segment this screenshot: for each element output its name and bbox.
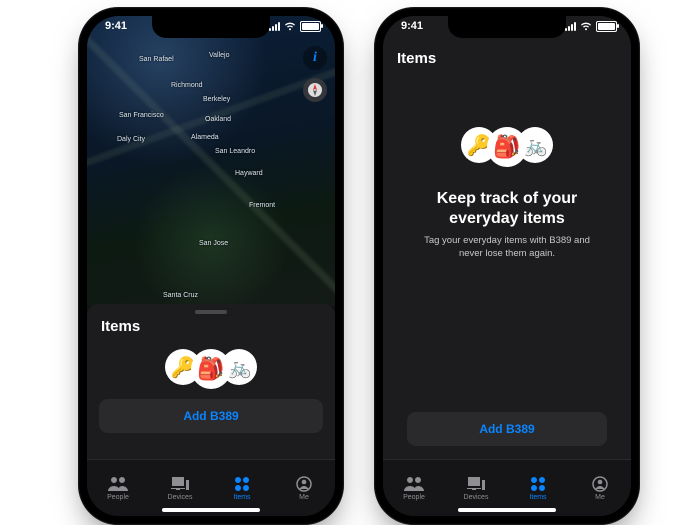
tab-people[interactable]: People <box>87 460 149 516</box>
info-icon: i <box>313 50 317 66</box>
compass-icon <box>307 82 323 98</box>
tab-label: Items <box>529 494 546 501</box>
map-city-label: Hayward <box>235 170 263 177</box>
onboarding-subtitle: Tag your everyday items with B389 and ne… <box>417 235 597 261</box>
home-indicator[interactable] <box>162 508 260 512</box>
map-city-label: Oakland <box>205 116 231 123</box>
map-compass-button[interactable] <box>303 78 327 102</box>
people-icon <box>108 476 128 492</box>
map-city-label: Berkeley <box>203 96 230 103</box>
cellular-icon <box>565 22 576 31</box>
tab-me[interactable]: Me <box>569 460 631 516</box>
notch <box>152 16 270 38</box>
items-onboarding: Items 🔑 🎒 🚲 Keep track of your everyday … <box>383 16 631 516</box>
items-icon <box>234 476 250 492</box>
devices-icon <box>171 476 189 492</box>
tab-label: Devices <box>464 494 489 501</box>
screen: 9:41 i San Rafael Vallejo RichmondBerkeley… <box>87 16 335 516</box>
iphone-right: 9:41 Items 🔑 🎒 🚲 Keep track of your ever… <box>374 7 640 525</box>
map-city-label: San Leandro <box>215 148 255 155</box>
tab-label: Me <box>299 494 309 501</box>
notch <box>448 16 566 38</box>
tab-label: Devices <box>168 494 193 501</box>
wifi-icon <box>284 22 296 31</box>
map-city-label: San Rafael <box>139 56 174 63</box>
map-city-label: Alameda <box>191 134 219 141</box>
home-indicator[interactable] <box>458 508 556 512</box>
items-icon <box>530 476 546 492</box>
backpack-icon: 🎒 <box>487 127 527 167</box>
item-icon-row: 🔑 🎒 🚲 <box>466 127 548 167</box>
sheet-grabber[interactable] <box>195 310 227 314</box>
battery-icon <box>596 21 617 32</box>
tab-people[interactable]: People <box>383 460 445 516</box>
onboarding-heading: Keep track of your everyday items <box>407 189 607 229</box>
add-item-button[interactable]: Add B389 <box>407 412 607 446</box>
status-time: 9:41 <box>401 20 423 32</box>
map-city-label: San Jose <box>199 240 228 247</box>
map-info-button[interactable]: i <box>303 46 327 70</box>
me-icon <box>592 476 608 492</box>
items-sheet[interactable]: Items 🔑 🎒 🚲 Add B389 <box>87 304 335 460</box>
devices-icon <box>467 476 485 492</box>
me-icon <box>296 476 312 492</box>
wifi-icon <box>580 22 592 31</box>
tab-label: People <box>403 494 425 501</box>
screen: 9:41 Items 🔑 🎒 🚲 Keep track of your ever… <box>383 16 631 516</box>
map-view[interactable]: i San Rafael Vallejo RichmondBerkeley San F… <box>87 16 335 306</box>
add-item-button[interactable]: Add B389 <box>99 399 323 433</box>
sheet-title: Items <box>87 318 335 339</box>
status-time: 9:41 <box>105 20 127 32</box>
people-icon <box>404 476 424 492</box>
battery-icon <box>300 21 321 32</box>
tab-me[interactable]: Me <box>273 460 335 516</box>
tab-label: Me <box>595 494 605 501</box>
map-city-label: San Francisco <box>119 112 164 119</box>
map-city-label: Richmond <box>171 82 203 89</box>
tab-label: Items <box>233 494 250 501</box>
tab-label: People <box>107 494 129 501</box>
item-icon-row: 🔑 🎒 🚲 <box>170 349 252 389</box>
iphone-left: 9:41 i San Rafael Vallejo RichmondBerkeley… <box>78 7 344 525</box>
backpack-icon: 🎒 <box>191 349 231 389</box>
map-city-label: Daly City <box>117 136 145 143</box>
cellular-icon <box>269 22 280 31</box>
map-city-label: Vallejo <box>209 52 230 59</box>
map-city-label: Fremont <box>249 202 275 209</box>
map-city-label: Santa Cruz <box>163 292 198 299</box>
